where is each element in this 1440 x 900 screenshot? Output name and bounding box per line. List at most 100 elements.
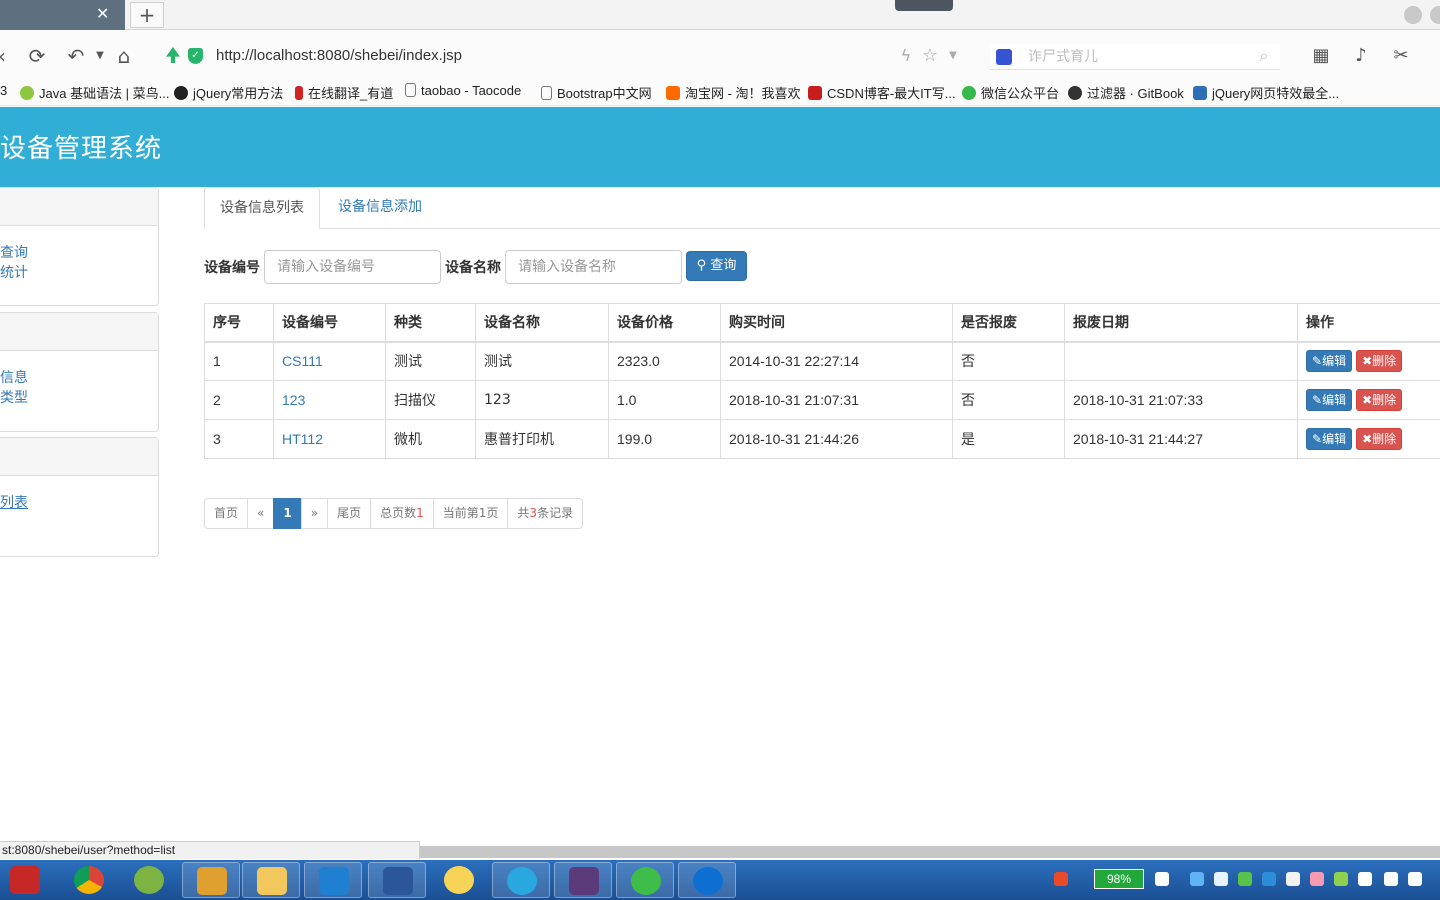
tray-app-icon[interactable] — [1190, 872, 1204, 886]
security-shield-icon[interactable]: ✓ — [188, 48, 203, 64]
last-page-link[interactable]: 尾页 — [327, 498, 372, 529]
taskbar-app-teamviewer[interactable] — [678, 862, 736, 898]
taskbar-app-launcher[interactable] — [0, 862, 58, 898]
bookmark-item[interactable]: 微信公众平台 — [962, 83, 1059, 101]
address-bar[interactable]: http://localhost:8080/shebei/index.jsp — [216, 47, 462, 64]
undo-icon[interactable]: ↶ — [64, 44, 88, 68]
taskbar-app-u[interactable] — [304, 862, 362, 898]
tray-app-icon[interactable] — [1310, 872, 1324, 886]
taskbar-app-javaee-ide[interactable] — [554, 862, 612, 898]
total-pages-value: 1 — [416, 506, 424, 520]
edit-button[interactable]: ✎编辑 — [1306, 428, 1353, 450]
bookmark-item[interactable]: 3 — [0, 83, 7, 99]
tab-strip-handle — [895, 0, 953, 11]
current-page-link[interactable]: 1 — [273, 498, 302, 529]
sogou-ime-icon[interactable] — [1054, 872, 1068, 886]
device-table: 序号 设备编号 种类 设备名称 设备价格 购买时间 是否报废 报废日期 操作 1… — [204, 303, 1440, 459]
tab-device-list[interactable]: 设备信息列表 — [204, 187, 320, 229]
app-launcher-icon — [10, 866, 40, 894]
wechat-tray-icon[interactable] — [1238, 872, 1252, 886]
reload-icon[interactable]: ⟳ — [25, 44, 49, 68]
qq-icon[interactable] — [1286, 872, 1300, 886]
app-header — [0, 107, 1440, 187]
back-icon[interactable]: ‹ — [0, 44, 14, 68]
sidebar-link[interactable]: 类型 — [0, 387, 28, 407]
bookmark-item[interactable]: CSDN博客-最大IT写... — [808, 83, 956, 101]
scissors-icon[interactable]: ✂ — [1389, 44, 1413, 68]
apps-icon[interactable]: ▦ — [1309, 44, 1333, 68]
horizontal-scrollbar[interactable] — [420, 846, 1440, 858]
bookmark-item[interactable]: 淘宝网 - 淘！我喜欢 — [666, 83, 801, 101]
chevron-down-icon[interactable]: ▼ — [941, 44, 965, 68]
device-code-link[interactable]: HT112 — [282, 431, 323, 447]
usb-icon[interactable] — [1358, 872, 1372, 886]
bookmark-item[interactable]: jQuery网页特效最全... — [1193, 83, 1339, 101]
device-code-link[interactable]: CS111 — [282, 353, 323, 369]
row-index: 2 — [204, 380, 274, 420]
device-type-cell: 微机 — [385, 419, 476, 459]
first-page-link[interactable]: 首页 — [204, 498, 249, 529]
network-icon[interactable] — [1408, 872, 1422, 886]
taskbar-app-java[interactable] — [182, 862, 240, 898]
sidebar-link[interactable]: 统计 — [0, 262, 28, 282]
sidebar-link[interactable]: 查询 — [0, 242, 28, 262]
next-page-link[interactable]: » — [300, 498, 329, 529]
browser-status-bar: st:8080/shebei/user?method=list — [0, 841, 420, 859]
bookmark-item[interactable]: Bootstrap中文网 — [541, 83, 652, 101]
pencil-icon: ✎ — [1312, 354, 1323, 369]
edit-button[interactable]: ✎编辑 — [1306, 350, 1353, 373]
search-engine-icon[interactable] — [996, 49, 1012, 65]
prev-page-link[interactable]: « — [247, 498, 275, 529]
lightning-icon[interactable]: ϟ — [894, 44, 918, 68]
window-control-icon[interactable] — [1404, 6, 1422, 24]
browser-search-input[interactable] — [1028, 46, 1258, 66]
bookmark-item[interactable]: jQuery常用方法 — [174, 83, 283, 101]
row-index: 1 — [204, 341, 274, 381]
edit-button[interactable]: ✎编辑 — [1306, 389, 1353, 411]
tray-app-icon[interactable] — [1155, 872, 1169, 886]
taskbar-app-chrome[interactable] — [60, 862, 118, 898]
device-name-input[interactable] — [505, 250, 682, 284]
pencil-icon: ✎ — [1312, 432, 1323, 446]
tray-app-icon[interactable] — [1334, 872, 1348, 886]
close-icon: ✖ — [1362, 393, 1373, 407]
total-records-prefix: 共 — [517, 506, 530, 520]
shield-icon[interactable] — [1214, 872, 1228, 886]
scrapped-cell: 否 — [952, 380, 1065, 420]
taskbar-app-feather[interactable] — [492, 862, 550, 898]
taskbar-app-word[interactable] — [368, 862, 426, 898]
taskbar-app-browser[interactable] — [120, 862, 178, 898]
bookmark-item[interactable]: Java 基础语法 | 菜鸟... — [20, 83, 170, 101]
column-header: 序号 — [204, 303, 274, 343]
table-header-row: 序号 设备编号 种类 设备名称 设备价格 购买时间 是否报废 报废日期 操作 — [204, 303, 1440, 343]
tray-app-icon[interactable] — [1262, 872, 1276, 886]
volume-icon[interactable]: ♪ — [1349, 44, 1373, 68]
delete-button[interactable]: ✖删除 — [1356, 350, 1403, 373]
query-button[interactable]: ⚲ 查询 — [686, 251, 747, 281]
star-icon[interactable]: ☆ — [918, 44, 942, 68]
delete-button[interactable]: ✖删除 — [1356, 389, 1403, 411]
bookmark-item[interactable]: taobao - Taocode — [405, 83, 521, 99]
java-icon — [197, 867, 227, 895]
bookmark-item[interactable]: 过滤器 · GitBook — [1068, 83, 1184, 101]
chevron-down-icon[interactable]: ▼ — [88, 44, 112, 68]
device-code-input[interactable] — [264, 250, 441, 284]
volume-icon[interactable] — [1384, 872, 1398, 886]
taskbar-app-wechat[interactable] — [616, 862, 674, 898]
delete-button[interactable]: ✖删除 — [1356, 428, 1403, 450]
search-icon[interactable]: ⌕ — [1252, 44, 1276, 68]
sidebar-link[interactable]: 信息 — [0, 367, 28, 387]
device-code-link[interactable]: 123 — [282, 392, 305, 408]
tab-device-add[interactable]: 设备信息添加 — [322, 187, 438, 229]
bookmark-item[interactable]: 在线翻译_有道 — [295, 83, 393, 101]
home-icon[interactable]: ⌂ — [112, 44, 136, 68]
new-tab-button[interactable]: + — [130, 2, 164, 28]
bookmark-favicon-icon — [174, 86, 188, 100]
taskbar-app-explorer[interactable] — [242, 862, 300, 898]
device-code-label: 设备编号 — [204, 260, 260, 276]
battery-indicator[interactable]: 98% — [1094, 869, 1144, 889]
device-code-cell: 123 — [273, 380, 386, 420]
sidebar-link[interactable]: 列表 — [0, 492, 28, 512]
close-tab-icon[interactable]: ✕ — [96, 6, 109, 22]
taskbar-app-notes[interactable] — [430, 862, 488, 898]
